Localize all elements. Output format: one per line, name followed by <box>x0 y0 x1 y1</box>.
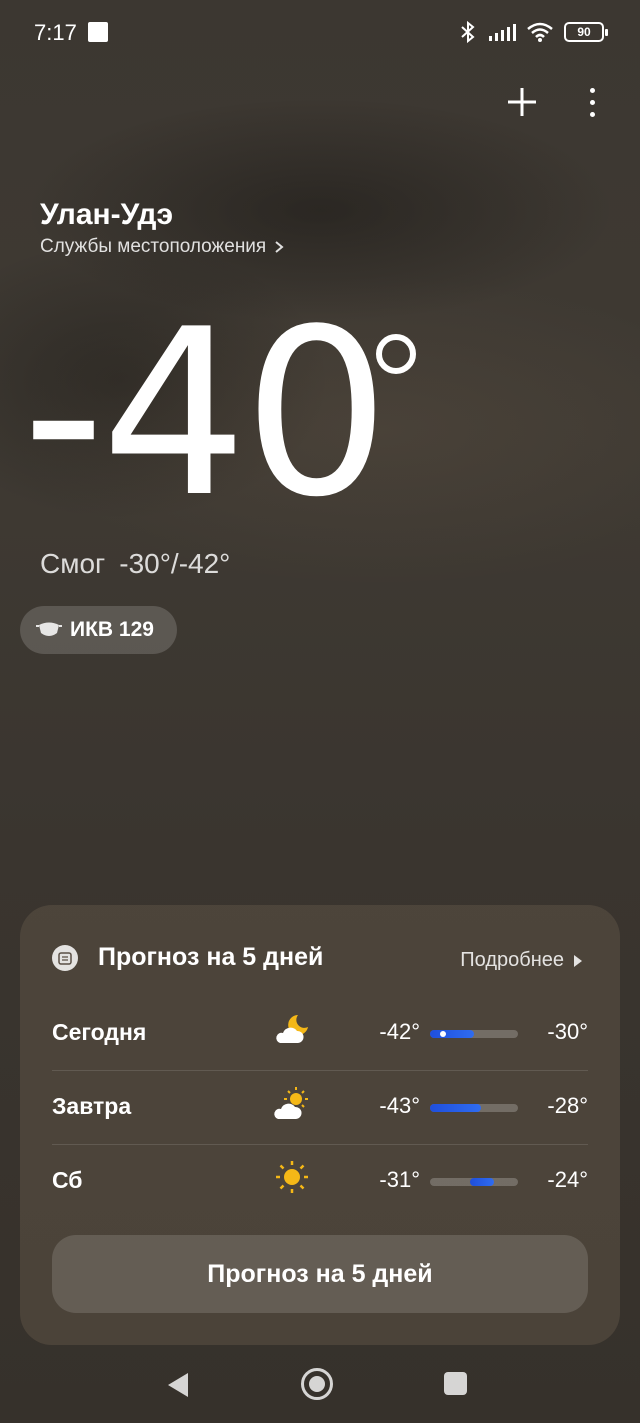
temperature-range-bar <box>430 1104 518 1112</box>
temperature-range-fill <box>430 1104 482 1112</box>
five-day-forecast-button[interactable]: Прогноз на 5 дней <box>52 1235 588 1313</box>
forecast-min: -43° <box>379 1093 420 1118</box>
sun-cloud-icon <box>274 1087 308 1119</box>
bluetooth-icon <box>461 20 475 44</box>
navigation-bar <box>0 1350 640 1423</box>
status-time: 7:17 <box>34 20 77 45</box>
forecast-card: Прогноз на 5 дней Подробнее Сегодня -42°… <box>20 905 620 1345</box>
forecast-day: Сегодня <box>52 1019 147 1045</box>
temperature-range-fill <box>470 1178 495 1186</box>
degree-icon <box>376 334 416 374</box>
triangle-right-icon <box>574 954 582 967</box>
battery-level: 90 <box>577 25 591 39</box>
sun-icon <box>276 1161 308 1193</box>
location-services-label: Службы местоположения <box>40 236 267 257</box>
temperature-range-fill <box>430 1030 474 1038</box>
forecast-row[interactable]: Сб -31° -24° <box>52 1145 588 1219</box>
aqi-badge[interactable]: ИКВ 129 <box>20 606 177 654</box>
home-icon[interactable] <box>301 1368 333 1400</box>
top-actions <box>504 80 600 124</box>
forecast-max: -24° <box>547 1167 588 1192</box>
temperature-range-bar <box>430 1178 518 1186</box>
location-services-link[interactable]: Службы местоположения <box>40 236 284 258</box>
aqi-label: ИКВ 129 <box>70 618 154 641</box>
more-options-icon[interactable] <box>584 80 600 124</box>
notification-icon <box>88 22 108 42</box>
forecast-min: -42° <box>379 1019 420 1044</box>
status-bar: 7:17 90 <box>0 0 640 64</box>
forecast-max: -30° <box>547 1019 588 1044</box>
forecast-more-label: Подробнее <box>460 949 564 971</box>
chevron-right-icon <box>275 241 284 253</box>
back-icon[interactable] <box>166 1371 190 1399</box>
current-temperature: -40 <box>22 281 390 548</box>
forecast-row[interactable]: Сегодня -42° -30° <box>52 997 588 1071</box>
recent-apps-icon[interactable] <box>444 1372 467 1395</box>
temp-range: -30°/-42° <box>119 548 231 579</box>
status-icons: 90 <box>458 18 608 46</box>
forecast-row[interactable]: Завтра -43° -28° <box>52 1071 588 1145</box>
current-conditions: Смог -30°/-42° <box>40 548 230 580</box>
forecast-day: Сб <box>52 1167 83 1193</box>
moon-cloud-icon <box>276 1015 308 1043</box>
temperature-range-bar <box>430 1030 518 1038</box>
forecast-max: -28° <box>547 1093 588 1118</box>
mask-icon <box>36 622 62 636</box>
battery-icon: 90 <box>564 22 608 42</box>
forecast-header: Прогноз на 5 дней <box>52 943 323 972</box>
forecast-min: -31° <box>379 1167 420 1192</box>
add-city-icon[interactable] <box>504 80 540 124</box>
city-name: Улан-Удэ <box>40 198 174 231</box>
signal-icon <box>489 24 516 41</box>
wifi-icon <box>527 22 553 42</box>
forecast-title: Прогноз на 5 дней <box>98 943 324 971</box>
forecast-day: Завтра <box>52 1093 132 1119</box>
calendar-icon <box>52 944 78 971</box>
forecast-more-link[interactable]: Подробнее <box>460 949 582 972</box>
condition-text: Смог <box>40 548 106 579</box>
